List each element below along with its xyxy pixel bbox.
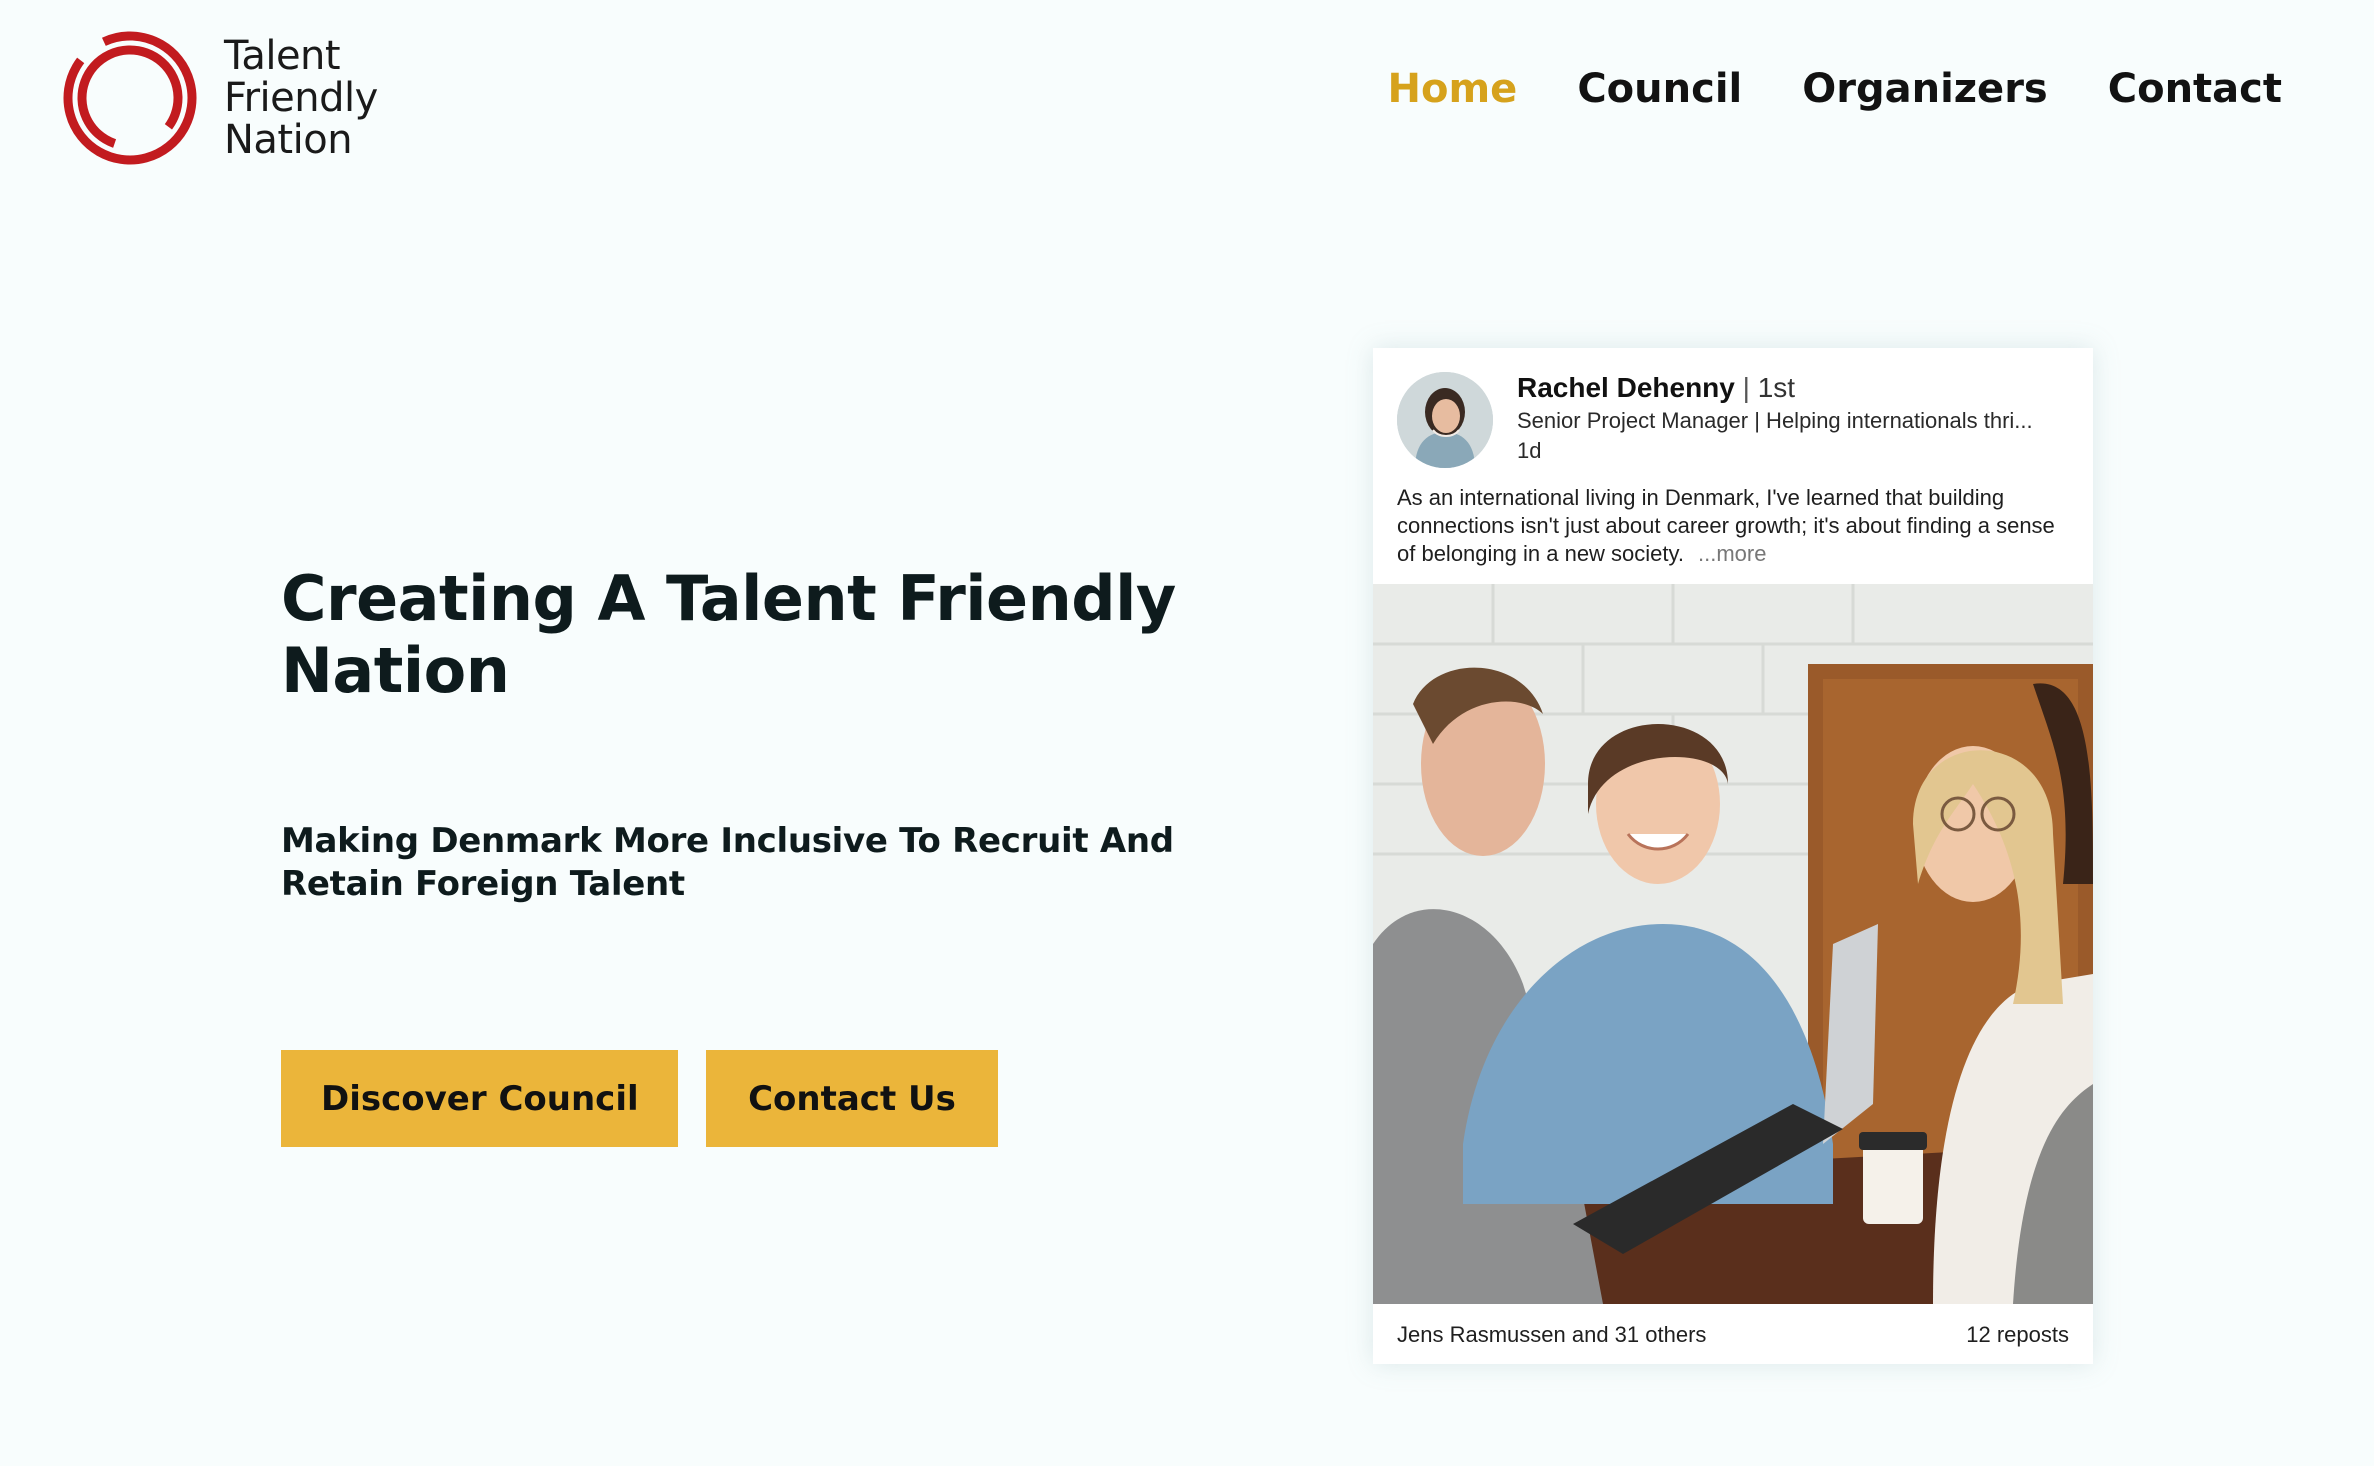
reposts-count[interactable]: 12 reposts — [1966, 1322, 2069, 1348]
logo-line-1: Talent — [224, 33, 341, 79]
discover-council-button[interactable]: Discover Council — [281, 1050, 678, 1147]
logo-line-3: Nation — [224, 117, 353, 163]
logo-wordmark: Talent Friendly Nation — [224, 35, 378, 161]
site-logo[interactable]: Talent Friendly Nation — [60, 30, 378, 166]
hero-title: Creating A Talent Friendly Nation — [281, 562, 1176, 707]
avatar-portrait-icon — [1397, 372, 1493, 468]
author-avatar[interactable] — [1397, 372, 1493, 468]
author-line: Rachel Dehenny | 1st — [1517, 372, 1795, 404]
nav-organizers-link[interactable]: Organizers — [1802, 66, 2048, 112]
logo-line-2: Friendly — [224, 75, 378, 121]
author-separator: | — [1734, 372, 1758, 403]
post-footer: Jens Rasmussen and 31 others 12 reposts — [1397, 1322, 2069, 1348]
contact-us-button[interactable]: Contact Us — [706, 1050, 998, 1147]
author-headline: Senior Project Manager | Helping interna… — [1517, 408, 2033, 433]
post-time: 1d — [1517, 438, 1542, 463]
post-text: As an international living in Denmark, I… — [1397, 484, 2077, 568]
group-photo-image — [1373, 584, 2093, 1304]
social-post-card: Rachel Dehenny | 1st Senior Project Mana… — [1373, 348, 2093, 1364]
nav-contact-link[interactable]: Contact — [2108, 66, 2282, 112]
see-more-link[interactable]: ...more — [1698, 541, 1766, 566]
post-photo[interactable] — [1373, 584, 2093, 1304]
logo-ring-icon — [63, 31, 197, 165]
nav-council-link[interactable]: Council — [1577, 66, 1742, 112]
nav-home-link[interactable]: Home — [1388, 66, 1518, 112]
author-name[interactable]: Rachel Dehenny — [1517, 372, 1735, 403]
connection-degree: 1st — [1757, 372, 1796, 403]
reactions-count[interactable]: Jens Rasmussen and 31 others — [1397, 1322, 1706, 1348]
hero-subtitle: Making Denmark More Inclusive To Recruit… — [281, 821, 1174, 904]
main-nav: Home Council Organizers Contact — [1388, 66, 2282, 112]
